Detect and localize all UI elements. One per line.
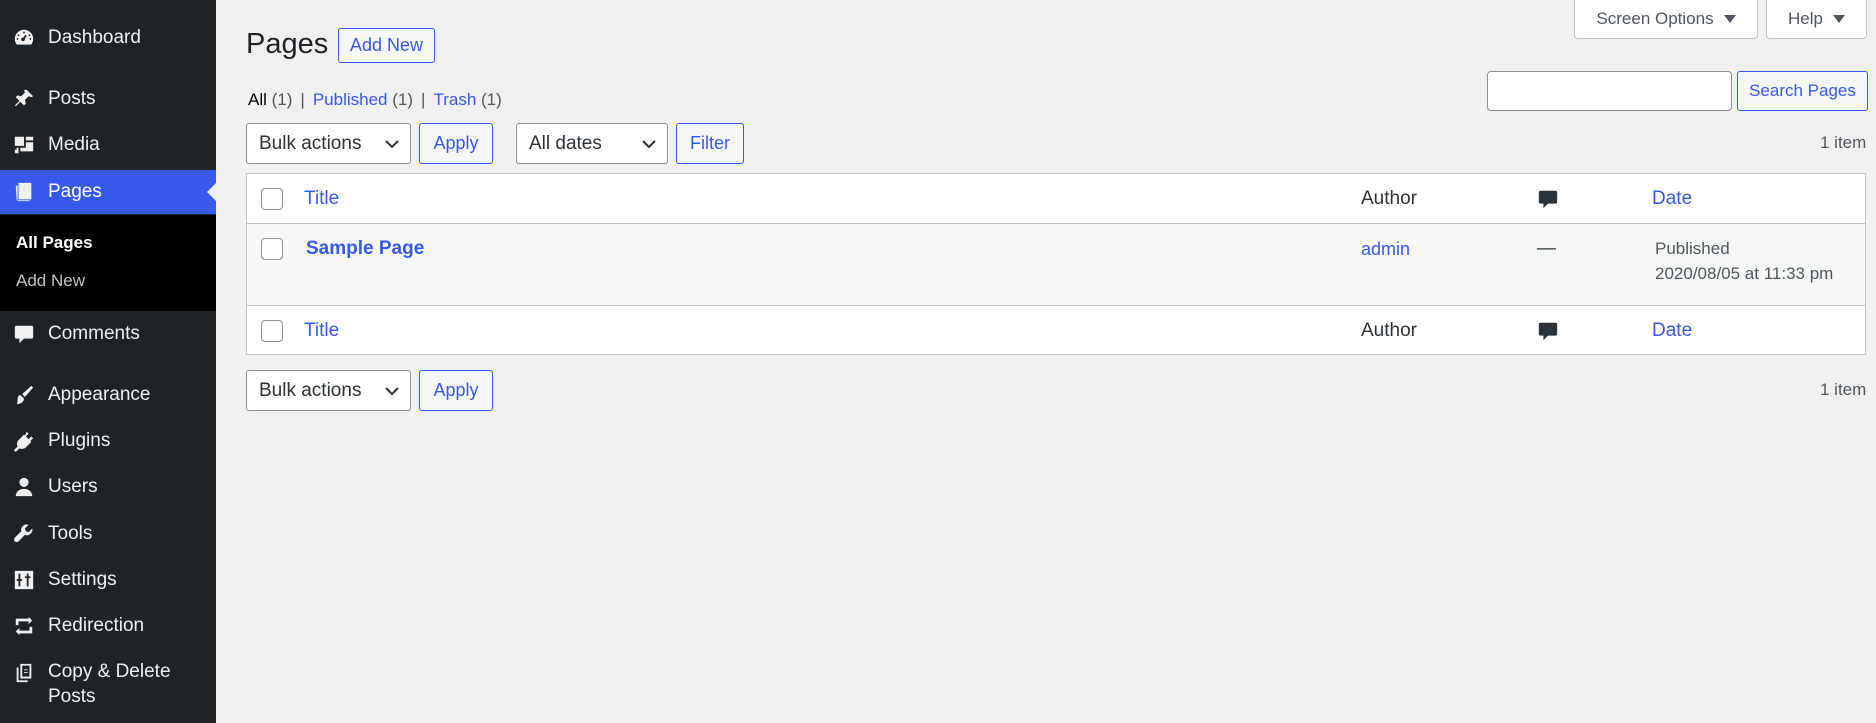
copy-icon bbox=[12, 661, 36, 685]
submenu-item-add-new[interactable]: Add New bbox=[16, 271, 85, 291]
apply-button-top[interactable]: Apply bbox=[419, 123, 493, 164]
screen-options-button[interactable]: Screen Options bbox=[1574, 0, 1758, 39]
help-label: Help bbox=[1788, 9, 1823, 28]
sidebar-item-settings[interactable]: Settings bbox=[0, 558, 216, 602]
separator: | bbox=[421, 90, 426, 109]
sidebar-item-appearance[interactable]: Appearance bbox=[0, 373, 216, 417]
sidebar-item-users[interactable]: Users bbox=[0, 465, 216, 509]
sidebar-item-posts[interactable]: Posts bbox=[0, 77, 216, 121]
sidebar-item-label: Tools bbox=[48, 523, 93, 544]
bulk-actions-value: Bulk actions bbox=[259, 132, 362, 154]
bulk-actions-value: Bulk actions bbox=[259, 379, 362, 401]
row-title-link[interactable]: Sample Page bbox=[306, 238, 424, 260]
row-status: Published bbox=[1655, 239, 1730, 258]
triangle-down-icon bbox=[1723, 15, 1736, 23]
table-row: Sample Page admin — Published 2020/08/05… bbox=[247, 224, 1865, 306]
filter-trash[interactable]: Trash (1) bbox=[433, 90, 501, 110]
bulk-actions-select-bottom[interactable]: Bulk actions bbox=[246, 370, 411, 411]
plug-icon bbox=[12, 429, 36, 453]
row-author-link[interactable]: admin bbox=[1361, 239, 1410, 260]
sidebar-item-label: Plugins bbox=[48, 430, 111, 451]
row-comments: — bbox=[1537, 238, 1556, 259]
comment-icon[interactable] bbox=[1537, 188, 1559, 210]
column-date-sort[interactable]: Date bbox=[1652, 188, 1692, 210]
filter-published[interactable]: Published (1) bbox=[313, 90, 413, 110]
select-all-checkbox-footer[interactable] bbox=[261, 320, 283, 342]
bulk-actions-select-top[interactable]: Bulk actions bbox=[246, 123, 411, 164]
sidebar-item-label: Comments bbox=[48, 323, 140, 344]
admin-sidebar: Dashboard Posts Media Pages All Pages Ad… bbox=[0, 0, 216, 723]
pages-table: Title Author Date Sample Page admin — Pu… bbox=[246, 173, 1866, 355]
row-date: Published 2020/08/05 at 11:33 pm bbox=[1655, 236, 1833, 286]
sidebar-item-copy-delete-posts[interactable]: Copy & Delete Posts bbox=[0, 659, 216, 719]
sidebar-item-pages[interactable]: Pages bbox=[0, 170, 216, 214]
chevron-down-icon bbox=[385, 387, 399, 396]
separator: | bbox=[300, 90, 305, 109]
column-date-sort-footer[interactable]: Date bbox=[1652, 320, 1692, 342]
column-title-sort[interactable]: Title bbox=[304, 188, 339, 210]
help-button[interactable]: Help bbox=[1766, 0, 1867, 39]
status-filter-links: All (1) | Published (1) | Trash (1) bbox=[248, 90, 502, 110]
sidebar-item-label: Media bbox=[48, 134, 100, 155]
screen-options-label: Screen Options bbox=[1596, 9, 1714, 28]
column-author-footer: Author bbox=[1361, 320, 1417, 341]
item-count-top: 1 item bbox=[1820, 133, 1867, 152]
date-filter-select[interactable]: All dates bbox=[516, 123, 668, 164]
add-new-button[interactable]: Add New bbox=[338, 28, 435, 63]
table-header-row: Title Author Date bbox=[247, 174, 1865, 224]
sidebar-item-label: Dashboard bbox=[48, 27, 141, 48]
sidebar-item-plugins[interactable]: Plugins bbox=[0, 419, 216, 463]
triangle-down-icon bbox=[1832, 15, 1845, 23]
page-title: Pages bbox=[246, 28, 329, 60]
sidebar-item-label-line2: Posts bbox=[48, 686, 96, 707]
sidebar-item-redirection[interactable]: Redirection bbox=[0, 604, 216, 648]
sidebar-item-dashboard[interactable]: Dashboard bbox=[0, 16, 216, 60]
redirect-icon bbox=[12, 614, 36, 638]
media-icon bbox=[12, 133, 36, 157]
chevron-down-icon bbox=[642, 140, 656, 149]
table-footer-row: Title Author Date bbox=[247, 306, 1865, 356]
column-author: Author bbox=[1361, 188, 1417, 209]
sidebar-item-media[interactable]: Media bbox=[0, 123, 216, 167]
pages-submenu: All Pages Add New bbox=[0, 215, 216, 311]
sidebar-item-label-line1: Copy & Delete bbox=[48, 661, 171, 682]
column-title-sort-footer[interactable]: Title bbox=[304, 320, 339, 342]
sidebar-item-label: Users bbox=[48, 476, 98, 497]
pin-icon bbox=[12, 87, 36, 111]
sidebar-item-comments[interactable]: Comments bbox=[0, 312, 216, 356]
select-all-checkbox[interactable] bbox=[261, 188, 283, 210]
sidebar-item-label: Settings bbox=[48, 569, 117, 590]
sidebar-item-label: Appearance bbox=[48, 384, 151, 405]
date-filter-value: All dates bbox=[529, 132, 602, 154]
search-input[interactable] bbox=[1487, 71, 1732, 111]
pages-icon bbox=[12, 180, 36, 204]
item-count-bottom: 1 item bbox=[1820, 380, 1867, 399]
sidebar-item-tools[interactable]: Tools bbox=[0, 512, 216, 556]
user-icon bbox=[12, 475, 36, 499]
search-pages-button[interactable]: Search Pages bbox=[1737, 71, 1868, 111]
sliders-icon bbox=[12, 568, 36, 592]
row-date-value: 2020/08/05 at 11:33 pm bbox=[1655, 264, 1834, 283]
main-content: Pages Add New Screen Options Help All (1… bbox=[216, 0, 1876, 723]
row-checkbox[interactable] bbox=[261, 238, 283, 260]
comment-icon bbox=[12, 322, 36, 346]
paintbrush-icon bbox=[12, 383, 36, 407]
sidebar-item-label: Posts bbox=[48, 88, 96, 109]
filter-button[interactable]: Filter bbox=[676, 123, 744, 164]
submenu-item-all-pages[interactable]: All Pages bbox=[16, 233, 93, 253]
sidebar-item-label: Pages bbox=[48, 181, 102, 202]
filter-all[interactable]: All (1) bbox=[248, 90, 292, 110]
sidebar-item-label: Redirection bbox=[48, 615, 145, 636]
wrench-icon bbox=[12, 522, 36, 546]
comment-icon[interactable] bbox=[1537, 320, 1559, 342]
apply-button-bottom[interactable]: Apply bbox=[419, 370, 493, 411]
chevron-down-icon bbox=[385, 140, 399, 149]
dashboard-icon bbox=[12, 26, 36, 50]
